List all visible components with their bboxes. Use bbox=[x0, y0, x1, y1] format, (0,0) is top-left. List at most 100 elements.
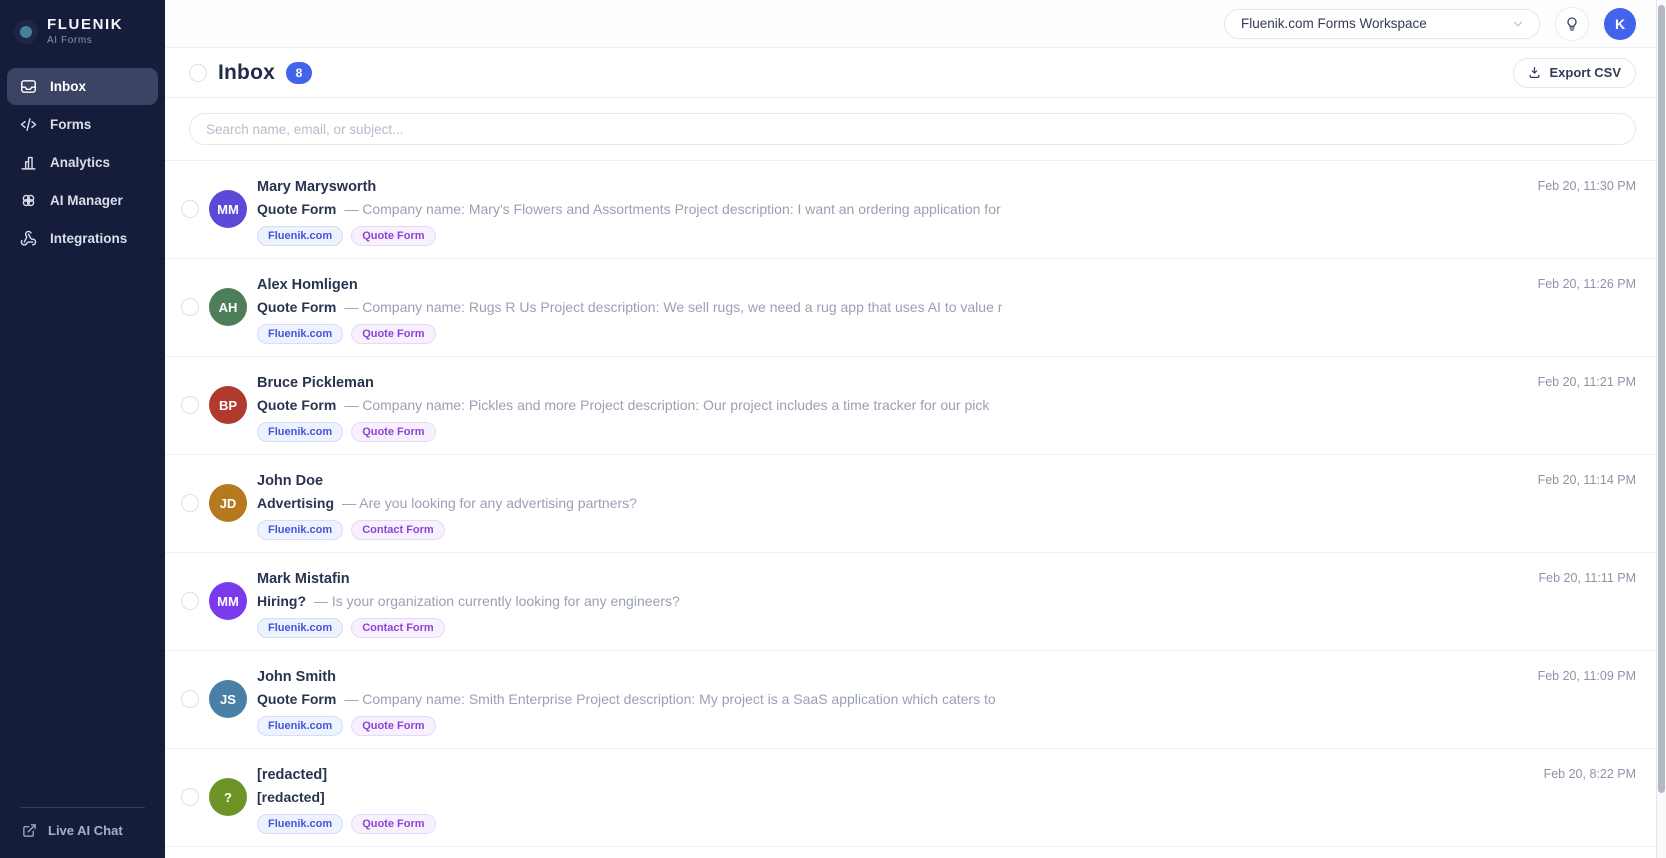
preview: — Company name: Rugs R Us Project descri… bbox=[344, 299, 1002, 315]
tag-pill[interactable]: Fluenik.com bbox=[257, 814, 343, 834]
search-input[interactable] bbox=[189, 113, 1636, 145]
tags: Fluenik.com Contact Form bbox=[257, 520, 637, 540]
preview: — Are you looking for any advertising pa… bbox=[342, 495, 637, 511]
inbox-row[interactable]: AH Alex Homligen Quote Form— Company nam… bbox=[165, 259, 1666, 357]
avatar: MM bbox=[209, 582, 247, 620]
tag-pill[interactable]: Fluenik.com bbox=[257, 422, 343, 442]
tag-pill[interactable]: Contact Form bbox=[351, 618, 445, 638]
row-body: Bruce Pickleman Quote Form— Company name… bbox=[257, 357, 989, 442]
preview: — Company name: Mary's Flowers and Assor… bbox=[344, 201, 1000, 217]
tags: Fluenik.com Quote Form bbox=[257, 814, 436, 834]
tag-pill[interactable]: Quote Form bbox=[351, 324, 435, 344]
sender-name: John Smith bbox=[257, 666, 996, 688]
row-checkbox[interactable] bbox=[181, 200, 199, 218]
sidebar-item-forms[interactable]: Forms bbox=[7, 106, 158, 143]
avatar: BP bbox=[209, 386, 247, 424]
row-checkbox[interactable] bbox=[181, 788, 199, 806]
subject: Quote Form bbox=[257, 201, 336, 217]
scrollbar[interactable] bbox=[1656, 0, 1666, 858]
subject: Advertising bbox=[257, 495, 334, 511]
tag-pill[interactable]: Quote Form bbox=[351, 226, 435, 246]
subject-line: Hiring?— Is your organization currently … bbox=[257, 590, 680, 612]
scrollbar-thumb[interactable] bbox=[1658, 5, 1665, 793]
timestamp: Feb 20, 11:30 PM bbox=[1538, 179, 1636, 193]
sender-name: [redacted] bbox=[257, 764, 436, 786]
sidebar-footer: Live AI Chat bbox=[0, 807, 165, 858]
tag-pill[interactable]: Fluenik.com bbox=[257, 324, 343, 344]
tag-pill[interactable]: Quote Form bbox=[351, 716, 435, 736]
tags: Fluenik.com Quote Form bbox=[257, 422, 989, 442]
theme-toggle-button[interactable] bbox=[1555, 7, 1589, 41]
sidebar-item-label: Integrations bbox=[50, 231, 127, 246]
chevron-down-icon bbox=[1511, 17, 1525, 31]
workspace-selector-value: Fluenik.com Forms Workspace bbox=[1241, 16, 1427, 31]
row-checkbox[interactable] bbox=[181, 690, 199, 708]
avatar: ? bbox=[209, 778, 247, 816]
row-checkbox[interactable] bbox=[181, 592, 199, 610]
top-bar: Fluenik.com Forms Workspace K bbox=[165, 0, 1666, 48]
timestamp: Feb 20, 11:26 PM bbox=[1538, 277, 1636, 291]
sender-name: Alex Homligen bbox=[257, 274, 1002, 296]
sidebar-item-integrations[interactable]: Integrations bbox=[7, 220, 158, 257]
download-icon bbox=[1528, 66, 1541, 79]
subject: Quote Form bbox=[257, 691, 336, 707]
row-body: John Doe Advertising— Are you looking fo… bbox=[257, 455, 637, 540]
tag-pill[interactable]: Fluenik.com bbox=[257, 618, 343, 638]
tags: Fluenik.com Quote Form bbox=[257, 716, 996, 736]
export-csv-button[interactable]: Export CSV bbox=[1513, 58, 1636, 88]
sidebar-item-ai-manager[interactable]: AI Manager bbox=[7, 182, 158, 219]
row-body: Mary Marysworth Quote Form— Company name… bbox=[257, 161, 1001, 246]
sidebar-item-analytics[interactable]: Analytics bbox=[7, 144, 158, 181]
row-checkbox[interactable] bbox=[181, 396, 199, 414]
sidebar-item-label: AI Manager bbox=[50, 193, 123, 208]
live-ai-chat-label: Live AI Chat bbox=[48, 823, 123, 838]
sidebar-item-label: Analytics bbox=[50, 155, 110, 170]
code-icon bbox=[20, 116, 37, 133]
external-link-icon bbox=[22, 823, 37, 838]
brain-icon bbox=[20, 192, 37, 209]
brand-tagline: AI Forms bbox=[47, 35, 123, 46]
page-title: Inbox bbox=[218, 61, 275, 85]
avatar: MM bbox=[209, 190, 247, 228]
subject-line: Quote Form— Company name: Rugs R Us Proj… bbox=[257, 296, 1002, 318]
lightbulb-icon bbox=[1564, 16, 1580, 32]
sidebar-item-label: Forms bbox=[50, 117, 91, 132]
tag-pill[interactable]: Contact Form bbox=[351, 520, 445, 540]
inbox-row[interactable]: JS John Smith Quote Form— Company name: … bbox=[165, 651, 1666, 749]
timestamp: Feb 20, 11:11 PM bbox=[1538, 571, 1636, 585]
tags: Fluenik.com Contact Form bbox=[257, 618, 680, 638]
row-body: Alex Homligen Quote Form— Company name: … bbox=[257, 259, 1002, 344]
sidebar: FLUENIK AI Forms Inbox Forms Analytics A… bbox=[0, 0, 165, 858]
inbox-row[interactable]: ? [redacted] [redacted] Fluenik.com Quote… bbox=[165, 749, 1666, 847]
timestamp: Feb 20, 8:22 PM bbox=[1544, 767, 1636, 781]
inbox-row[interactable]: MM Mark Mistafin Hiring?— Is your organi… bbox=[165, 553, 1666, 651]
live-ai-chat-link[interactable]: Live AI Chat bbox=[0, 808, 165, 858]
subject-line: Quote Form — Company name: Smith Enterpri… bbox=[257, 688, 996, 710]
brand-logo-icon bbox=[14, 20, 38, 44]
tag-pill[interactable]: Fluenik.com bbox=[257, 716, 343, 736]
subject: [redacted] bbox=[257, 789, 325, 805]
preview: — Company name: Pickles and more Project… bbox=[344, 397, 989, 413]
user-avatar[interactable]: K bbox=[1604, 8, 1636, 40]
row-body: John Smith Quote Form — Company name: Smi… bbox=[257, 651, 996, 736]
select-all-checkbox[interactable] bbox=[189, 64, 207, 82]
tag-pill[interactable]: Quote Form bbox=[351, 422, 435, 442]
row-body: Mark Mistafin Hiring?— Is your organizat… bbox=[257, 553, 680, 638]
timestamp: Feb 20, 11:14 PM bbox=[1538, 473, 1636, 487]
preview: — Company name: Smith Enterprise Project… bbox=[344, 691, 995, 707]
subject: Quote Form bbox=[257, 397, 336, 413]
inbox-row[interactable]: BP Bruce Pickleman Quote Form— Company n… bbox=[165, 357, 1666, 455]
workspace-selector[interactable]: Fluenik.com Forms Workspace bbox=[1224, 9, 1540, 39]
avatar: JD bbox=[209, 484, 247, 522]
sender-name: Mark Mistafin bbox=[257, 568, 680, 590]
brand-logo: FLUENIK AI Forms bbox=[0, 0, 165, 46]
tag-pill[interactable]: Fluenik.com bbox=[257, 226, 343, 246]
row-body: [redacted] [redacted] Fluenik.com Quote F… bbox=[257, 749, 436, 834]
row-checkbox[interactable] bbox=[181, 298, 199, 316]
tag-pill[interactable]: Quote Form bbox=[351, 814, 435, 834]
inbox-row[interactable]: MM Mary Marysworth Quote Form— Company n… bbox=[165, 161, 1666, 259]
inbox-row[interactable]: JD John Doe Advertising— Are you looking… bbox=[165, 455, 1666, 553]
sidebar-item-inbox[interactable]: Inbox bbox=[7, 68, 158, 105]
row-checkbox[interactable] bbox=[181, 494, 199, 512]
tag-pill[interactable]: Fluenik.com bbox=[257, 520, 343, 540]
